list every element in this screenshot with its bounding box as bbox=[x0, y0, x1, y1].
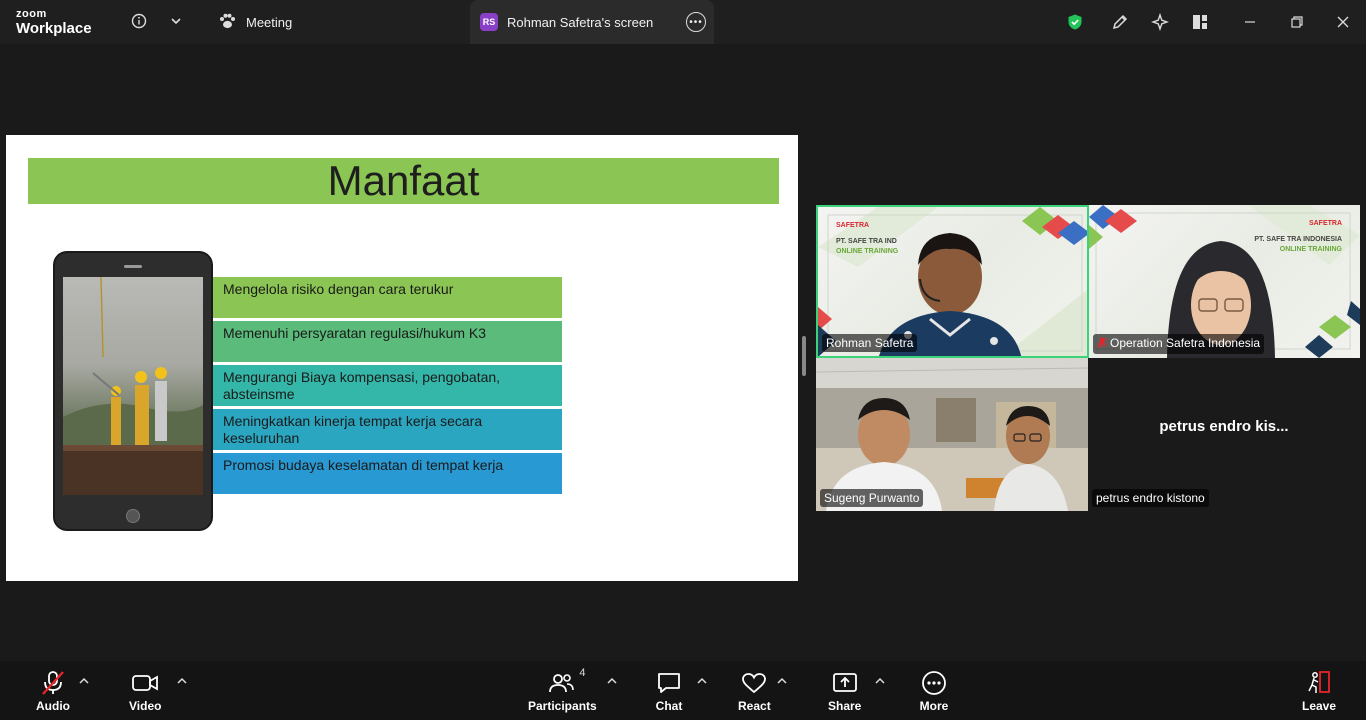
tab-shared-screen[interactable]: RS Rohman Safetra's screen ••• bbox=[470, 0, 714, 44]
safetra-logo: SAFETRA PT. SAFE TRA INDONESIA ONLINE TR… bbox=[1254, 219, 1342, 254]
logo-line1: PT. SAFE TRA IND bbox=[836, 238, 897, 246]
muted-mic-icon bbox=[1097, 337, 1107, 352]
more-button[interactable]: More bbox=[919, 669, 949, 713]
audio-label: Audio bbox=[36, 699, 70, 713]
participant-name: Operation Safetra Indonesia bbox=[1093, 334, 1265, 354]
meeting-toolbar: Audio Video 4 Participants Chat React Sh… bbox=[0, 661, 1366, 720]
title-bar: zoom Workplace Meeting RS Rohman Safetra… bbox=[0, 0, 1366, 44]
logo-brand: SAFETRA bbox=[836, 222, 870, 229]
tab-meeting-label: Meeting bbox=[246, 14, 293, 30]
leave-door-icon bbox=[1304, 669, 1334, 697]
close-icon[interactable] bbox=[1333, 12, 1353, 32]
benefit-item: Meningkatkan kinerja tempat kerja secara… bbox=[213, 409, 562, 450]
info-icon[interactable] bbox=[128, 10, 150, 32]
benefit-item: Promosi budaya keselamatan di tempat ker… bbox=[213, 453, 562, 494]
chat-options-caret[interactable] bbox=[697, 677, 707, 688]
share-label: Share bbox=[828, 699, 862, 713]
phone-home-button bbox=[126, 509, 140, 523]
video-options-caret[interactable] bbox=[177, 677, 187, 688]
react-options-caret[interactable] bbox=[777, 677, 787, 688]
ai-companion-icon[interactable] bbox=[1150, 12, 1170, 32]
share-button[interactable]: Share bbox=[828, 669, 861, 713]
muted-mic-icon bbox=[38, 669, 68, 697]
logo-line2: ONLINE TRAINING bbox=[1279, 245, 1342, 253]
video-tile-operation[interactable]: SAFETRA PT. SAFE TRA INDONESIA ONLINE TR… bbox=[1089, 205, 1360, 358]
participant-name-text: Operation Safetra Indonesia bbox=[1110, 336, 1261, 350]
benefit-item: Memenuhi persyaratan regulasi/hukum K3 bbox=[213, 321, 562, 362]
zoom-workplace-logo: zoom Workplace bbox=[16, 8, 92, 37]
participant-name: petrus endro kistono bbox=[1092, 489, 1209, 507]
chevron-down-icon[interactable] bbox=[165, 10, 187, 32]
shared-screen: Manfaat Mengelola risiko dengan cara ter… bbox=[6, 135, 798, 581]
video-tile-sugeng[interactable]: Sugeng Purwanto bbox=[816, 358, 1088, 511]
layout-view-icon[interactable] bbox=[1190, 12, 1210, 32]
participants-count: 4 bbox=[579, 667, 586, 679]
participants-button[interactable]: 4 Participants bbox=[528, 667, 597, 713]
brand-small: zoom bbox=[16, 8, 47, 20]
share-screen-icon bbox=[830, 669, 860, 697]
shield-icon[interactable] bbox=[1065, 12, 1085, 32]
benefit-item: Mengelola risiko dengan cara terukur bbox=[213, 277, 562, 318]
logo-line1: PT. SAFE TRA INDONESIA bbox=[1254, 236, 1342, 244]
leave-button[interactable]: Leave bbox=[1302, 669, 1336, 713]
brand-large: Workplace bbox=[16, 20, 92, 37]
logo-brand: SAFETRA bbox=[1308, 220, 1342, 227]
audio-button[interactable]: Audio bbox=[36, 669, 70, 713]
participants-options-caret[interactable] bbox=[607, 677, 617, 688]
paw-icon bbox=[218, 12, 236, 33]
phone-speaker bbox=[124, 265, 142, 268]
participants-label: Participants bbox=[528, 699, 597, 713]
minimize-icon[interactable] bbox=[1240, 12, 1260, 32]
participant-name: Rohman Safetra bbox=[822, 334, 918, 352]
logo-line2: ONLINE TRAINING bbox=[836, 247, 899, 255]
participant-display-name: petrus endro kis... bbox=[1159, 418, 1289, 435]
more-label: More bbox=[919, 699, 949, 713]
annotate-pen-icon[interactable] bbox=[1110, 12, 1130, 32]
benefit-item: Mengurangi Biaya kompensasi, pengobatan,… bbox=[213, 365, 562, 406]
react-label: React bbox=[738, 699, 771, 713]
leave-label: Leave bbox=[1302, 699, 1337, 713]
more-dots-icon bbox=[919, 669, 949, 697]
tab-shared-screen-label: Rohman Safetra's screen bbox=[507, 14, 654, 30]
share-options-caret[interactable] bbox=[875, 677, 885, 688]
video-button[interactable]: Video bbox=[129, 669, 161, 713]
video-tile-petrus[interactable]: petrus endro kis... petrus endro kistono bbox=[1088, 358, 1360, 511]
more-options-icon[interactable]: ••• bbox=[686, 12, 706, 32]
tab-meeting[interactable]: Meeting bbox=[216, 0, 456, 44]
audio-options-caret[interactable] bbox=[79, 677, 89, 688]
chat-button[interactable]: Chat bbox=[654, 669, 684, 713]
chat-label: Chat bbox=[655, 699, 683, 713]
video-tile-rohman[interactable]: SAFETRA PT. SAFE TRA IND ONLINE TRAINING… bbox=[816, 205, 1089, 358]
participants-icon: 4 bbox=[547, 667, 585, 697]
phone-illustration bbox=[53, 251, 213, 531]
avatar: RS bbox=[480, 13, 498, 31]
slide-title: Manfaat bbox=[28, 157, 779, 204]
video-camera-icon bbox=[130, 669, 160, 697]
participant-name: Sugeng Purwanto bbox=[820, 489, 924, 507]
heart-icon bbox=[739, 669, 769, 697]
splitter-handle[interactable] bbox=[802, 336, 806, 376]
react-button[interactable]: React bbox=[738, 669, 771, 713]
video-label: Video bbox=[129, 699, 162, 713]
chat-bubble-icon bbox=[654, 669, 684, 697]
restore-icon[interactable] bbox=[1287, 12, 1307, 32]
safetra-logo: SAFETRA PT. SAFE TRA IND ONLINE TRAINING bbox=[836, 221, 898, 256]
worker-photo bbox=[63, 277, 203, 495]
